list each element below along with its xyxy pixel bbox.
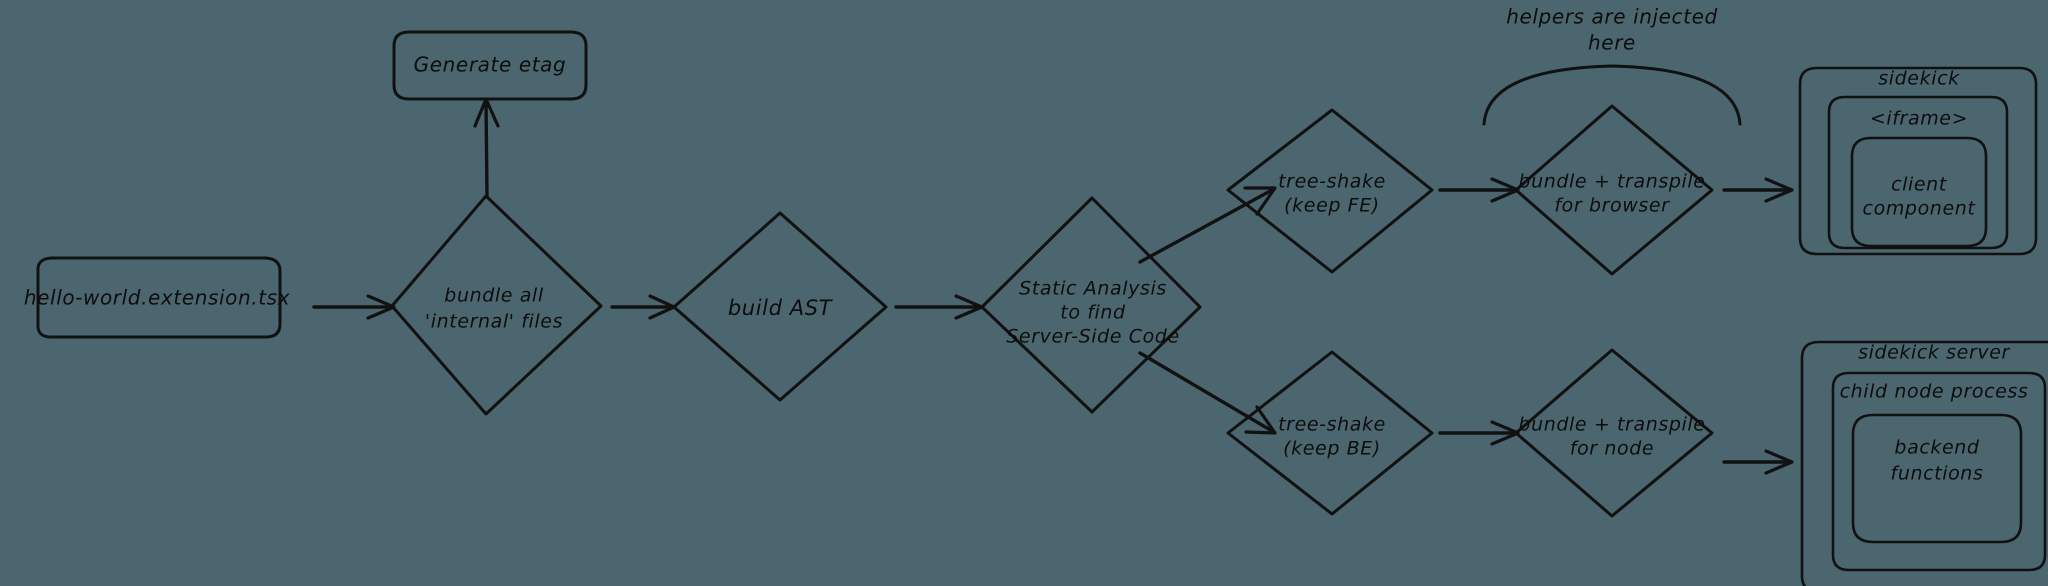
node-backend-functions[interactable]: backend functions — [1851, 413, 2023, 544]
helpers-note-line1: helpers are injected — [1506, 5, 1718, 29]
node-treeshake-be-line1: tree-shake — [1278, 414, 1386, 436]
node-bundle-internal[interactable]: bundle all 'internal' files — [390, 194, 603, 416]
edge-bundle-browser-to-sidekick — [1722, 177, 1794, 203]
node-static-analysis-line2: to find — [1060, 302, 1126, 324]
node-source[interactable]: hello-world.extension.tsx — [24, 256, 290, 339]
node-static-analysis-line3: Server-Side Code — [1006, 326, 1180, 348]
node-generate-etag[interactable]: Generate etag — [392, 30, 588, 101]
node-client-component[interactable]: client component — [1850, 136, 1988, 248]
helpers-note-line2: here — [1588, 31, 1636, 55]
node-static-analysis[interactable]: Static Analysis to find Server-Side Code — [980, 196, 1202, 414]
edge-bundle-node-to-sidekick-server — [1722, 449, 1794, 475]
node-bundle-node-line2: for node — [1570, 438, 1654, 460]
node-build-ast-label: build AST — [728, 296, 834, 320]
edge-bundle-to-ast — [610, 294, 676, 320]
node-client-component-line2: component — [1863, 198, 1977, 220]
edge-analysis-to-treeshake-fe — [1138, 186, 1277, 264]
helpers-bracket — [1482, 64, 1742, 126]
node-build-ast[interactable]: build AST — [672, 211, 888, 402]
node-bundle-internal-line2: 'internal' files — [425, 311, 563, 333]
flowchart-svg: hello-world.extension.tsx Generate etag … — [24, 5, 2048, 586]
node-treeshake-be-line2: (keep BE) — [1283, 438, 1381, 460]
node-bundle-node-line1: bundle + transpile — [1518, 414, 1705, 436]
node-source-label: hello-world.extension.tsx — [24, 286, 290, 310]
node-sidekick[interactable]: sidekick — [1798, 66, 2038, 256]
edge-bundle-to-etag — [473, 97, 500, 198]
node-iframe-label: <iframe> — [1870, 108, 1968, 130]
node-backend-functions-line1: backend — [1894, 437, 1979, 459]
annotation-helpers-note: helpers are injected here — [1506, 5, 1718, 55]
edge-treeshake-fe-to-bundle-browser — [1438, 177, 1520, 203]
node-bundle-internal-line1: bundle all — [444, 285, 544, 307]
node-iframe[interactable]: <iframe> — [1827, 95, 2009, 250]
node-bundle-browser-line1: bundle + transpile — [1518, 171, 1705, 193]
node-generate-etag-label: Generate etag — [414, 53, 567, 77]
node-backend-functions-line2: functions — [1891, 463, 1984, 485]
node-treeshake-fe[interactable]: tree-shake (keep FE) — [1226, 108, 1434, 274]
node-treeshake-fe-line2: (keep FE) — [1284, 195, 1380, 217]
diagram-canvas: hello-world.extension.tsx Generate etag … — [0, 0, 2048, 586]
node-bundle-browser-line2: for browser — [1554, 195, 1670, 217]
edge-ast-to-analysis — [894, 294, 984, 320]
edge-analysis-to-treeshake-be — [1138, 351, 1277, 435]
node-static-analysis-line1: Static Analysis — [1019, 278, 1167, 300]
edge-source-to-bundle — [312, 294, 396, 320]
node-sidekick-server-label: sidekick server — [1858, 342, 2010, 364]
node-child-node-process-label: child node process — [1840, 381, 2029, 403]
edge-treeshake-be-to-bundle-node — [1438, 420, 1520, 446]
node-treeshake-fe-line1: tree-shake — [1278, 171, 1386, 193]
node-sidekick-label: sidekick — [1878, 68, 1960, 90]
node-bundle-browser[interactable]: bundle + transpile for browser — [1514, 104, 1714, 276]
node-client-component-line1: client — [1891, 174, 1948, 196]
node-bundle-node[interactable]: bundle + transpile for node — [1514, 348, 1714, 518]
